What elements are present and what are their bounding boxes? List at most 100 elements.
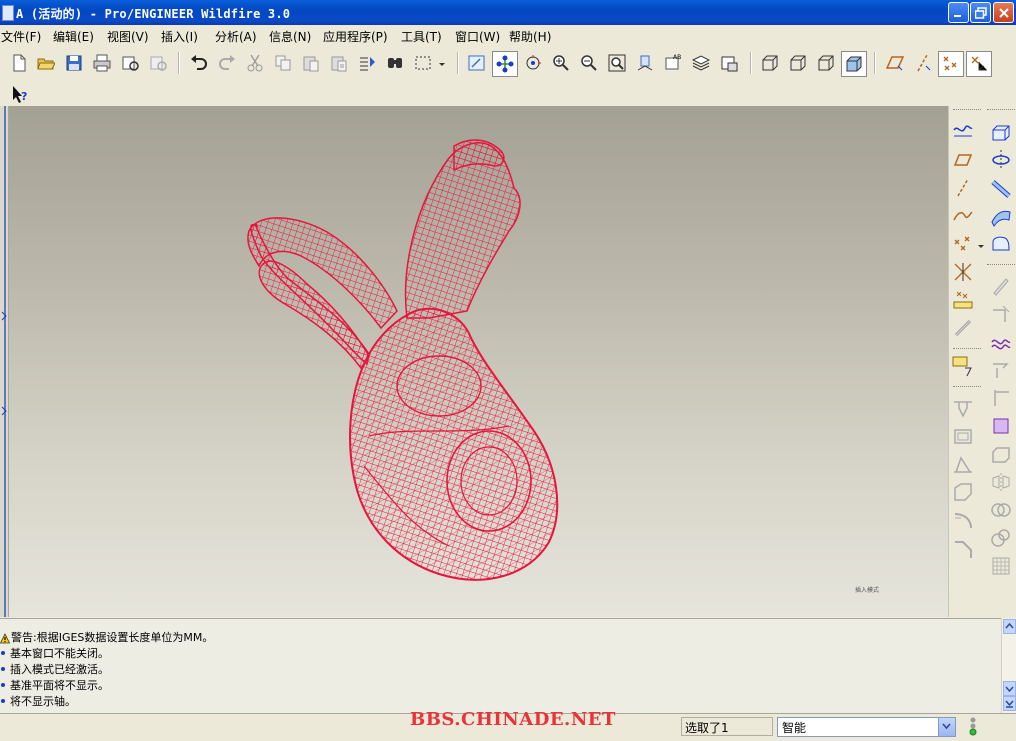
message-scrollbar[interactable] <box>1001 618 1016 713</box>
info-bullet-icon <box>1 651 5 655</box>
selection-dropdown-icon[interactable] <box>436 52 446 74</box>
analysis-feature-icon[interactable] <box>951 288 975 312</box>
boundary-blend-icon[interactable] <box>989 204 1013 228</box>
draft-tool-icon <box>951 480 975 504</box>
restore-button[interactable] <box>970 2 991 23</box>
intersect-tool-icon <box>989 386 1013 410</box>
menu-window[interactable]: 窗口(W) <box>455 28 500 45</box>
grid-pattern-icon <box>989 554 1013 578</box>
watermark: BBS.CHINADE.NET <box>410 709 616 730</box>
menu-tools[interactable]: 工具(T) <box>401 28 442 45</box>
wireframe-model <box>247 139 559 581</box>
app-icon[interactable] <box>2 5 14 21</box>
menu-help[interactable]: 帮助(H) <box>509 28 551 45</box>
new-file-icon[interactable] <box>8 52 30 74</box>
datum-point-dropdown-icon[interactable] <box>977 240 985 254</box>
menu-info[interactable]: 信息(N) <box>269 28 311 45</box>
menu-analysis[interactable]: 分析(A) <box>215 28 257 45</box>
selection-status: 选取了1 <box>681 717 773 736</box>
search-icon[interactable] <box>384 52 406 74</box>
hidden-line-icon[interactable] <box>787 52 809 74</box>
menu-insert[interactable]: 插入(I) <box>161 28 198 45</box>
message-line: 基本窗口不能关闭。 <box>0 646 109 662</box>
no-hidden-icon[interactable] <box>815 52 837 74</box>
menu-applications[interactable]: 应用程序(P) <box>323 28 388 45</box>
svg-text:AB: AB <box>673 54 681 61</box>
shell-tool-icon <box>951 424 975 448</box>
menu-bar: 文件(F) 编辑(E) 视图(V) 插入(I) 分析(A) 信息(N) 应用程序… <box>0 25 1016 46</box>
navigator-strip[interactable] <box>0 106 9 617</box>
selection-filter-select[interactable]: 智能 <box>777 717 956 737</box>
datum-display-icon[interactable] <box>466 52 488 74</box>
style-tool-icon[interactable] <box>989 232 1013 256</box>
graphics-window[interactable]: 插入模式 <box>9 106 948 617</box>
filter-dropdown-icon[interactable] <box>938 718 955 736</box>
menu-file[interactable]: 文件(F) <box>1 28 41 45</box>
revolve-tool-icon[interactable] <box>989 148 1013 172</box>
context-help-icon[interactable]: ? <box>8 82 30 104</box>
selection-box-icon[interactable] <box>412 52 434 74</box>
annotation-tool-icon[interactable] <box>951 354 975 378</box>
extrude-tool-icon[interactable] <box>989 120 1013 144</box>
datum-axis-tool-icon[interactable] <box>951 176 975 200</box>
edit-tool-icon <box>989 274 1013 298</box>
datum-points-icon[interactable] <box>938 51 964 77</box>
svg-text:?: ? <box>21 90 27 103</box>
datum-planes-icon[interactable] <box>884 52 906 74</box>
datum-curve-tool-icon[interactable] <box>951 204 975 228</box>
save-icon[interactable] <box>63 52 85 74</box>
title-bar[interactable]: A (活动的) - Pro/ENGINEER Wildfire 3.0 <box>0 0 1016 25</box>
wireframe-icon[interactable] <box>759 52 781 74</box>
regenerate-icon[interactable] <box>356 52 378 74</box>
saved-views-icon[interactable]: AB <box>662 52 684 74</box>
zoom-out-icon[interactable] <box>578 52 600 74</box>
solidify-tool-icon[interactable] <box>989 414 1013 438</box>
message-area[interactable]: 警告:根据IGES数据设置长度单位为MM。 基本窗口不能关闭。 插入模式已经激活… <box>0 618 1001 713</box>
zoom-in-icon[interactable] <box>550 52 572 74</box>
copy-icon <box>272 52 294 74</box>
coordinate-system-tool-icon[interactable] <box>951 260 975 284</box>
info-bullet-icon <box>1 667 5 671</box>
orient-mode-icon[interactable] <box>522 52 544 74</box>
scroll-bottom-button[interactable] <box>1003 696 1016 711</box>
layers-icon[interactable] <box>690 52 712 74</box>
chamfer-tool-icon <box>951 536 975 560</box>
info-bullet-icon <box>1 683 5 687</box>
sweep-tool-icon[interactable] <box>989 176 1013 200</box>
pattern-tool-icon <box>989 526 1013 550</box>
shading-icon[interactable] <box>841 51 867 77</box>
cut-icon <box>244 52 266 74</box>
scroll-down-button[interactable] <box>1003 681 1016 696</box>
scroll-up-button[interactable] <box>1003 619 1016 634</box>
warning-icon <box>0 632 10 643</box>
datum-point-tool-icon[interactable] <box>951 232 975 256</box>
menu-view[interactable]: 视图(V) <box>107 28 149 45</box>
thicken-tool-icon <box>989 442 1013 466</box>
coordinate-systems-icon[interactable] <box>966 51 992 77</box>
info-bullet-icon <box>1 699 5 703</box>
datum-axes-icon[interactable] <box>912 52 934 74</box>
send-mail-icon[interactable] <box>119 52 141 74</box>
minimize-button[interactable] <box>948 2 969 23</box>
view-manager-icon[interactable] <box>718 52 740 74</box>
open-folder-icon[interactable] <box>35 52 57 74</box>
offset-surface-icon[interactable] <box>989 330 1013 354</box>
merge-tool-icon <box>989 498 1013 522</box>
message-line: 插入模式已经激活。 <box>0 662 109 678</box>
window-title: A (活动的) - Pro/ENGINEER Wildfire 3.0 <box>16 7 291 21</box>
round-tool-icon <box>951 508 975 532</box>
undo-icon[interactable] <box>188 52 210 74</box>
trim-tool-icon <box>989 302 1013 326</box>
refit-icon[interactable] <box>606 52 628 74</box>
secondary-toolbar: ? <box>0 80 1016 106</box>
print-icon[interactable] <box>91 52 113 74</box>
datum-plane-tool-icon[interactable] <box>951 148 975 172</box>
menu-edit[interactable]: 编辑(E) <box>53 28 94 45</box>
redo-icon <box>216 52 238 74</box>
spin-center-icon[interactable] <box>492 51 518 77</box>
close-button[interactable] <box>993 2 1014 23</box>
sketch-curve-icon[interactable] <box>951 120 975 144</box>
regeneration-status-icon[interactable] <box>966 716 980 738</box>
reorient-icon[interactable] <box>634 52 656 74</box>
message-line: 将不显示轴。 <box>0 694 76 710</box>
